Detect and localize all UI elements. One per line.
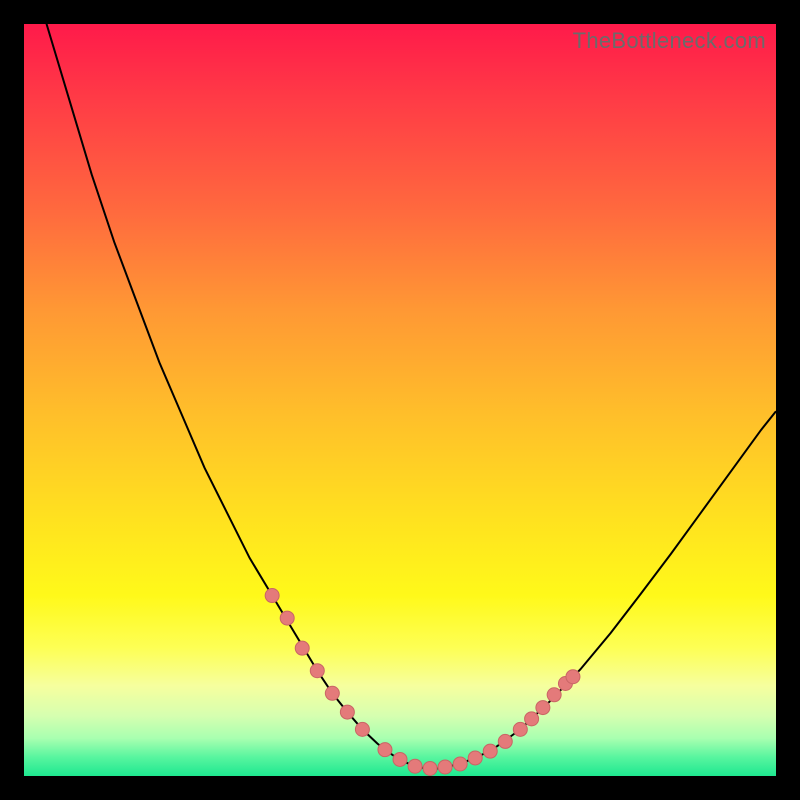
data-point-marker [547, 688, 561, 702]
data-point-marker [280, 611, 294, 625]
data-point-marker [525, 712, 539, 726]
chart-frame: TheBottleneck.com [24, 24, 776, 776]
data-point-marker [295, 641, 309, 655]
marker-group [265, 589, 580, 776]
data-point-marker [393, 752, 407, 766]
data-point-marker [423, 761, 437, 775]
bottleneck-curve [24, 0, 776, 768]
data-point-marker [310, 664, 324, 678]
data-point-marker [325, 686, 339, 700]
data-point-marker [536, 701, 550, 715]
data-point-marker [498, 734, 512, 748]
data-point-marker [453, 757, 467, 771]
bottleneck-plot [24, 24, 776, 776]
data-point-marker [265, 589, 279, 603]
data-point-marker [483, 744, 497, 758]
data-point-marker [468, 751, 482, 765]
data-point-marker [513, 722, 527, 736]
data-point-marker [378, 743, 392, 757]
data-point-marker [438, 760, 452, 774]
data-point-marker [340, 705, 354, 719]
data-point-marker [408, 759, 422, 773]
data-point-marker [566, 670, 580, 684]
data-point-marker [355, 722, 369, 736]
